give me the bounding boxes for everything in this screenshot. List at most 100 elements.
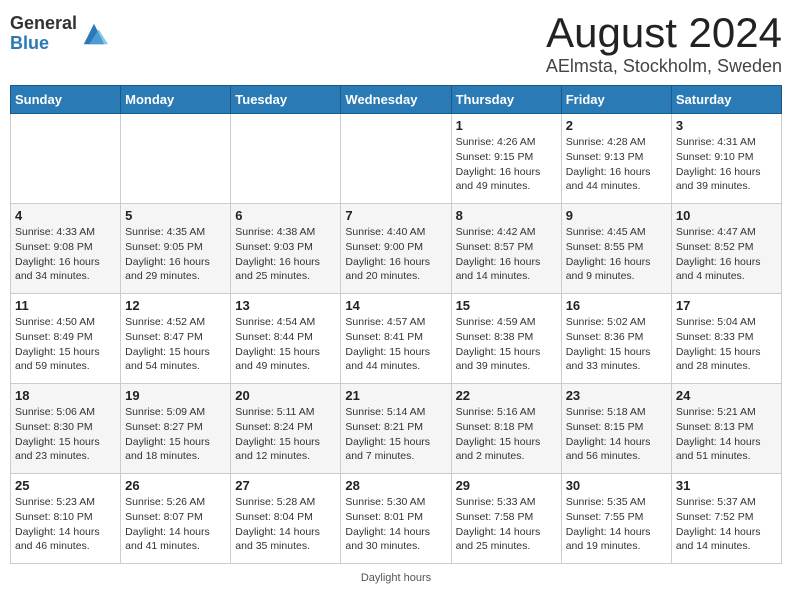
day-number: 30 xyxy=(566,478,667,493)
day-number: 7 xyxy=(345,208,446,223)
day-header: Friday xyxy=(561,86,671,114)
calendar-cell: 22 Sunrise: 5:16 AM Sunset: 8:18 PM Dayli… xyxy=(451,384,561,474)
day-info: Sunrise: 5:26 AM Sunset: 8:07 PM Dayligh… xyxy=(125,495,226,554)
calendar-cell: 31 Sunrise: 5:37 AM Sunset: 7:52 PM Dayli… xyxy=(671,474,781,564)
day-header: Wednesday xyxy=(341,86,451,114)
logo-blue: Blue xyxy=(10,33,49,53)
calendar-cell: 20 Sunrise: 5:11 AM Sunset: 8:24 PM Dayli… xyxy=(231,384,341,474)
calendar-cell: 12 Sunrise: 4:52 AM Sunset: 8:47 PM Dayli… xyxy=(121,294,231,384)
day-number: 23 xyxy=(566,388,667,403)
calendar-week-row: 11 Sunrise: 4:50 AM Sunset: 8:49 PM Dayli… xyxy=(11,294,782,384)
calendar-cell xyxy=(11,114,121,204)
day-info: Sunrise: 5:33 AM Sunset: 7:58 PM Dayligh… xyxy=(456,495,557,554)
day-header: Sunday xyxy=(11,86,121,114)
calendar-cell xyxy=(121,114,231,204)
calendar-cell: 18Sunrise: 5:06 AM Sunset: 8:30 PM Dayli… xyxy=(11,384,121,474)
day-number: 2 xyxy=(566,118,667,133)
day-number: 16 xyxy=(566,298,667,313)
day-info: Sunrise: 4:52 AM Sunset: 8:47 PM Dayligh… xyxy=(125,315,226,374)
day-number: 24 xyxy=(676,388,777,403)
day-info: Sunrise: 5:09 AM Sunset: 8:27 PM Dayligh… xyxy=(125,405,226,464)
day-info: Sunrise: 5:21 AM Sunset: 8:13 PM Dayligh… xyxy=(676,405,777,464)
day-info: Sunrise: 5:30 AM Sunset: 8:01 PM Dayligh… xyxy=(345,495,446,554)
day-number: 9 xyxy=(566,208,667,223)
day-number: 6 xyxy=(235,208,336,223)
day-info: Sunrise: 5:06 AM Sunset: 8:30 PM Dayligh… xyxy=(15,405,116,464)
calendar-cell: 10Sunrise: 4:47 AM Sunset: 8:52 PM Dayli… xyxy=(671,204,781,294)
title-block: August 2024 AElmsta, Stockholm, Sweden xyxy=(546,10,782,77)
day-number: 14 xyxy=(345,298,446,313)
day-info: Sunrise: 4:35 AM Sunset: 9:05 PM Dayligh… xyxy=(125,225,226,284)
calendar-cell: 27 Sunrise: 5:28 AM Sunset: 8:04 PM Dayli… xyxy=(231,474,341,564)
day-number: 26 xyxy=(125,478,226,493)
day-info: Sunrise: 5:23 AM Sunset: 8:10 PM Dayligh… xyxy=(15,495,116,554)
day-number: 12 xyxy=(125,298,226,313)
day-info: Sunrise: 4:47 AM Sunset: 8:52 PM Dayligh… xyxy=(676,225,777,284)
calendar-week-row: 4Sunrise: 4:33 AM Sunset: 9:08 PM Daylig… xyxy=(11,204,782,294)
day-number: 4 xyxy=(15,208,116,223)
calendar-cell: 28Sunrise: 5:30 AM Sunset: 8:01 PM Dayli… xyxy=(341,474,451,564)
day-info: Sunrise: 4:42 AM Sunset: 8:57 PM Dayligh… xyxy=(456,225,557,284)
day-info: Sunrise: 4:59 AM Sunset: 8:38 PM Dayligh… xyxy=(456,315,557,374)
logo: General Blue xyxy=(10,14,108,54)
month-title: August 2024 xyxy=(546,10,782,56)
day-header: Saturday xyxy=(671,86,781,114)
calendar-cell: 1 Sunrise: 4:26 AM Sunset: 9:15 PM Daylig… xyxy=(451,114,561,204)
day-number: 19 xyxy=(125,388,226,403)
day-info: Sunrise: 5:37 AM Sunset: 7:52 PM Dayligh… xyxy=(676,495,777,554)
day-number: 1 xyxy=(456,118,557,133)
day-number: 15 xyxy=(456,298,557,313)
day-info: Sunrise: 5:02 AM Sunset: 8:36 PM Dayligh… xyxy=(566,315,667,374)
footer-text: Daylight hours xyxy=(361,572,431,584)
calendar-cell: 6Sunrise: 4:38 AM Sunset: 9:03 PM Daylig… xyxy=(231,204,341,294)
day-info: Sunrise: 5:35 AM Sunset: 7:55 PM Dayligh… xyxy=(566,495,667,554)
location-title: AElmsta, Stockholm, Sweden xyxy=(546,56,782,77)
calendar-cell: 11 Sunrise: 4:50 AM Sunset: 8:49 PM Dayli… xyxy=(11,294,121,384)
logo-general: General xyxy=(10,13,77,33)
calendar-cell xyxy=(231,114,341,204)
day-number: 5 xyxy=(125,208,226,223)
calendar-table: SundayMondayTuesdayWednesdayThursdayFrid… xyxy=(10,85,782,564)
day-info: Sunrise: 4:45 AM Sunset: 8:55 PM Dayligh… xyxy=(566,225,667,284)
day-number: 20 xyxy=(235,388,336,403)
day-info: Sunrise: 4:40 AM Sunset: 9:00 PM Dayligh… xyxy=(345,225,446,284)
day-header: Monday xyxy=(121,86,231,114)
day-info: Sunrise: 4:26 AM Sunset: 9:15 PM Dayligh… xyxy=(456,135,557,194)
calendar-cell: 19 Sunrise: 5:09 AM Sunset: 8:27 PM Dayli… xyxy=(121,384,231,474)
day-info: Sunrise: 5:04 AM Sunset: 8:33 PM Dayligh… xyxy=(676,315,777,374)
calendar-cell: 25Sunrise: 5:23 AM Sunset: 8:10 PM Dayli… xyxy=(11,474,121,564)
day-info: Sunrise: 5:16 AM Sunset: 8:18 PM Dayligh… xyxy=(456,405,557,464)
day-info: Sunrise: 5:14 AM Sunset: 8:21 PM Dayligh… xyxy=(345,405,446,464)
calendar-cell: 15 Sunrise: 4:59 AM Sunset: 8:38 PM Dayli… xyxy=(451,294,561,384)
calendar-cell: 9 Sunrise: 4:45 AM Sunset: 8:55 PM Daylig… xyxy=(561,204,671,294)
calendar-cell: 4Sunrise: 4:33 AM Sunset: 9:08 PM Daylig… xyxy=(11,204,121,294)
calendar-cell: 23 Sunrise: 5:18 AM Sunset: 8:15 PM Dayli… xyxy=(561,384,671,474)
calendar-cell: 14Sunrise: 4:57 AM Sunset: 8:41 PM Dayli… xyxy=(341,294,451,384)
page-header: General Blue August 2024 AElmsta, Stockh… xyxy=(10,10,782,77)
day-number: 27 xyxy=(235,478,336,493)
day-number: 22 xyxy=(456,388,557,403)
calendar-cell: 17 Sunrise: 5:04 AM Sunset: 8:33 PM Dayli… xyxy=(671,294,781,384)
day-number: 29 xyxy=(456,478,557,493)
day-info: Sunrise: 5:18 AM Sunset: 8:15 PM Dayligh… xyxy=(566,405,667,464)
day-number: 11 xyxy=(15,298,116,313)
calendar-cell: 29 Sunrise: 5:33 AM Sunset: 7:58 PM Dayli… xyxy=(451,474,561,564)
day-info: Sunrise: 5:28 AM Sunset: 8:04 PM Dayligh… xyxy=(235,495,336,554)
calendar-cell: 26 Sunrise: 5:26 AM Sunset: 8:07 PM Dayli… xyxy=(121,474,231,564)
day-number: 31 xyxy=(676,478,777,493)
calendar-week-row: 25Sunrise: 5:23 AM Sunset: 8:10 PM Dayli… xyxy=(11,474,782,564)
calendar-cell xyxy=(341,114,451,204)
days-header-row: SundayMondayTuesdayWednesdayThursdayFrid… xyxy=(11,86,782,114)
day-number: 17 xyxy=(676,298,777,313)
day-info: Sunrise: 5:11 AM Sunset: 8:24 PM Dayligh… xyxy=(235,405,336,464)
calendar-week-row: 18Sunrise: 5:06 AM Sunset: 8:30 PM Dayli… xyxy=(11,384,782,474)
calendar-cell: 7 Sunrise: 4:40 AM Sunset: 9:00 PM Daylig… xyxy=(341,204,451,294)
day-number: 8 xyxy=(456,208,557,223)
day-number: 13 xyxy=(235,298,336,313)
calendar-cell: 13Sunrise: 4:54 AM Sunset: 8:44 PM Dayli… xyxy=(231,294,341,384)
day-number: 21 xyxy=(345,388,446,403)
day-number: 3 xyxy=(676,118,777,133)
calendar-cell: 8 Sunrise: 4:42 AM Sunset: 8:57 PM Daylig… xyxy=(451,204,561,294)
day-info: Sunrise: 4:50 AM Sunset: 8:49 PM Dayligh… xyxy=(15,315,116,374)
logo-text: General Blue xyxy=(10,14,77,54)
